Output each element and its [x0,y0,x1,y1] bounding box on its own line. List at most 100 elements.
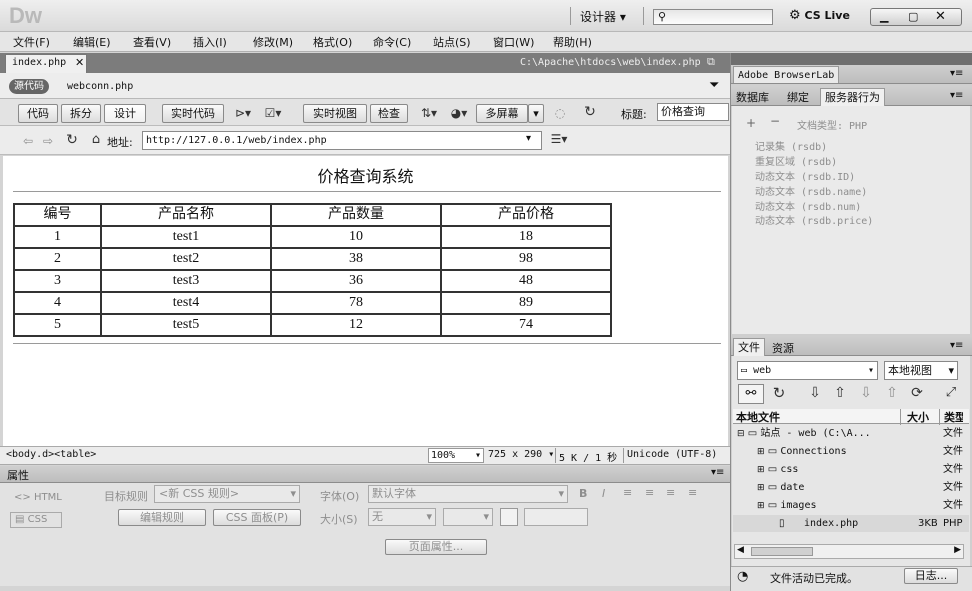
expand-panel-icon[interactable]: ⤢ [942,385,960,401]
behavior-item[interactable]: 动态文本 (rsdb.price) [755,212,873,227]
inspect-button[interactable]: 检查 [370,104,408,123]
forward-icon[interactable]: ⇨ [40,133,56,149]
browser-options-icon[interactable]: ☰▾ [548,131,570,147]
preview-globe-icon[interactable]: ◕▾ [448,105,470,121]
refresh-icon[interactable]: ↻ [64,132,80,148]
edit-rule-button[interactable]: 编辑规则 [118,509,206,526]
log-button[interactable]: 日志... [904,568,958,584]
properties-menu-icon[interactable]: ▾≡ [711,467,724,478]
menu-help[interactable]: 帮助(H) [553,34,592,50]
synchronize-icon[interactable]: ⟳ [908,385,926,401]
tab-files[interactable]: 文件 [733,338,765,356]
put-files-icon[interactable]: ⇧ [831,385,849,401]
menu-format[interactable]: 格式(O) [313,34,352,50]
files-horizontal-scrollbar[interactable]: ◀ ▶ [734,544,964,559]
scroll-left-icon[interactable]: ◀ [737,545,744,555]
css-panel-button[interactable]: CSS 面板(P) [213,509,301,526]
behavior-item[interactable]: 重复区域 (rsdb) [755,153,837,168]
address-input[interactable]: http://127.0.0.1/web/index.php [142,131,542,150]
behavior-item[interactable]: 动态文本 (rsdb.ID) [755,168,855,183]
menu-file[interactable]: 文件(F) [13,34,50,50]
tab-bindings[interactable]: 绑定 [787,89,809,105]
menu-modify[interactable]: 修改(M) [253,34,293,50]
align-right-icon[interactable]: ≡ [666,486,675,499]
window-size[interactable]: 725 x 290 ▾ [488,449,554,460]
html-mode-button[interactable]: <> HTML [14,492,62,503]
close-tab-icon[interactable]: ✕ [75,56,84,69]
menu-view[interactable]: 查看(V) [133,34,171,50]
maximize-icon[interactable]: ▢ [908,10,918,23]
title-input[interactable]: 价格查询 [657,103,729,121]
workspace-switcher[interactable]: 设计器 ▾ [580,8,626,25]
validate-icon[interactable]: ☑▾ [262,105,284,121]
browserlab-menu-icon[interactable]: ▾≡ [950,68,963,79]
tree-row-css[interactable]: ⊞ ▭ css [757,463,798,477]
tab-browserlab[interactable]: Adobe BrowserLab [733,66,840,83]
home-icon[interactable]: ⌂ [88,132,104,148]
price-table[interactable]: 编号 产品名称 产品数量 产品价格 1 test1 10 18 2 test2 38 98 … [13,203,612,337]
page-properties-button[interactable]: 页面属性... [385,539,487,555]
cs-live-button[interactable]: ⚙ CS Live [789,8,850,23]
tree-row-date[interactable]: ⊞ ▭ date [757,481,804,495]
menu-commands[interactable]: 命令(C) [373,34,411,50]
refresh-design-icon[interactable]: ↻ [580,104,600,120]
split-view-button[interactable]: 拆分 [61,104,101,123]
menu-insert[interactable]: 插入(I) [193,34,227,50]
tree-row-images[interactable]: ⊞ ▭ images [757,499,817,513]
align-left-icon[interactable]: ≡ [623,486,632,499]
check-out-icon[interactable]: ⇩ [857,385,875,401]
tab-database[interactable]: 数据库 [736,89,769,105]
multiscreen-button[interactable]: 多屏幕 [476,104,528,123]
column-local-files[interactable]: 本地文件 [736,409,780,425]
italic-button[interactable]: I [602,487,605,500]
color-swatch[interactable] [500,508,518,526]
add-behavior-icon[interactable]: + [746,116,756,130]
menu-edit[interactable]: 编辑(E) [73,34,111,50]
source-code-pill[interactable]: 源代码 [9,79,49,94]
remove-behavior-icon[interactable]: − [770,114,780,128]
column-size[interactable]: 大小 [900,409,938,425]
menu-site[interactable]: 站点(S) [433,34,471,50]
tab-index-php[interactable]: index.php ✕ [5,54,87,73]
back-icon[interactable]: ⇦ [20,133,36,149]
live-code-button[interactable]: 实时代码 [162,104,224,123]
scroll-right-icon[interactable]: ▶ [954,545,961,555]
filter-icon[interactable]: ⏷ [709,78,719,93]
search-input[interactable]: ⚲ [653,9,773,25]
behavior-item[interactable]: 动态文本 (rsdb.name) [755,183,867,198]
live-view-button[interactable]: 实时视图 [303,104,367,123]
tree-row-connections[interactable]: ⊞ ▭ Connections [757,445,847,459]
get-files-icon[interactable]: ⇩ [806,385,824,401]
view-select[interactable]: 本地视图 ▾ [884,361,958,380]
connect-icon[interactable]: ⚯ [738,384,764,404]
browser-compat-icon[interactable]: ⊳▾ [232,105,254,121]
close-icon[interactable]: ✕ [935,9,946,24]
multiscreen-dropdown[interactable]: ▾ [528,104,544,123]
visual-aids-icon[interactable]: ◌ [549,105,571,121]
color-input[interactable] [524,508,588,526]
behavior-item[interactable]: 动态文本 (rsdb.num) [755,198,861,213]
refresh-files-icon[interactable]: ↻ [770,385,788,401]
site-select[interactable]: ▭ web ▾ [737,361,878,380]
related-file-webconn[interactable]: webconn.php [67,81,133,92]
files-panel-menu-icon[interactable]: ▾≡ [950,340,963,351]
tree-row-site[interactable]: ⊟ ▭ 站点 - web (C:\A... [737,427,871,441]
menu-window[interactable]: 窗口(W) [493,34,534,50]
align-justify-icon[interactable]: ≡ [688,486,697,499]
size-select[interactable]: 无 ▾ [368,508,436,526]
tag-selector[interactable]: <body.d><table> [6,449,96,460]
file-transfer-icon[interactable]: ⇅▾ [417,105,441,121]
font-select[interactable]: 默认字体 ▾ [368,485,568,503]
tab-assets[interactable]: 资源 [772,340,794,356]
design-view-button[interactable]: 设计 [104,104,146,123]
server-panel-menu-icon[interactable]: ▾≡ [950,90,963,101]
size-unit-select[interactable]: ▾ [443,508,493,526]
zoom-select[interactable]: 100% ▾ [428,448,484,463]
behavior-item[interactable]: 记录集 (rsdb) [755,138,827,153]
check-in-icon[interactable]: ⇧ [883,385,901,401]
tab-server-behaviors[interactable]: 服务器行为 [820,88,885,106]
code-view-button[interactable]: 代码 [18,104,58,123]
address-dropdown-icon[interactable]: ▾ [526,133,531,144]
restore-doc-icon[interactable]: ⧉ [707,55,715,69]
align-center-icon[interactable]: ≡ [645,486,654,499]
